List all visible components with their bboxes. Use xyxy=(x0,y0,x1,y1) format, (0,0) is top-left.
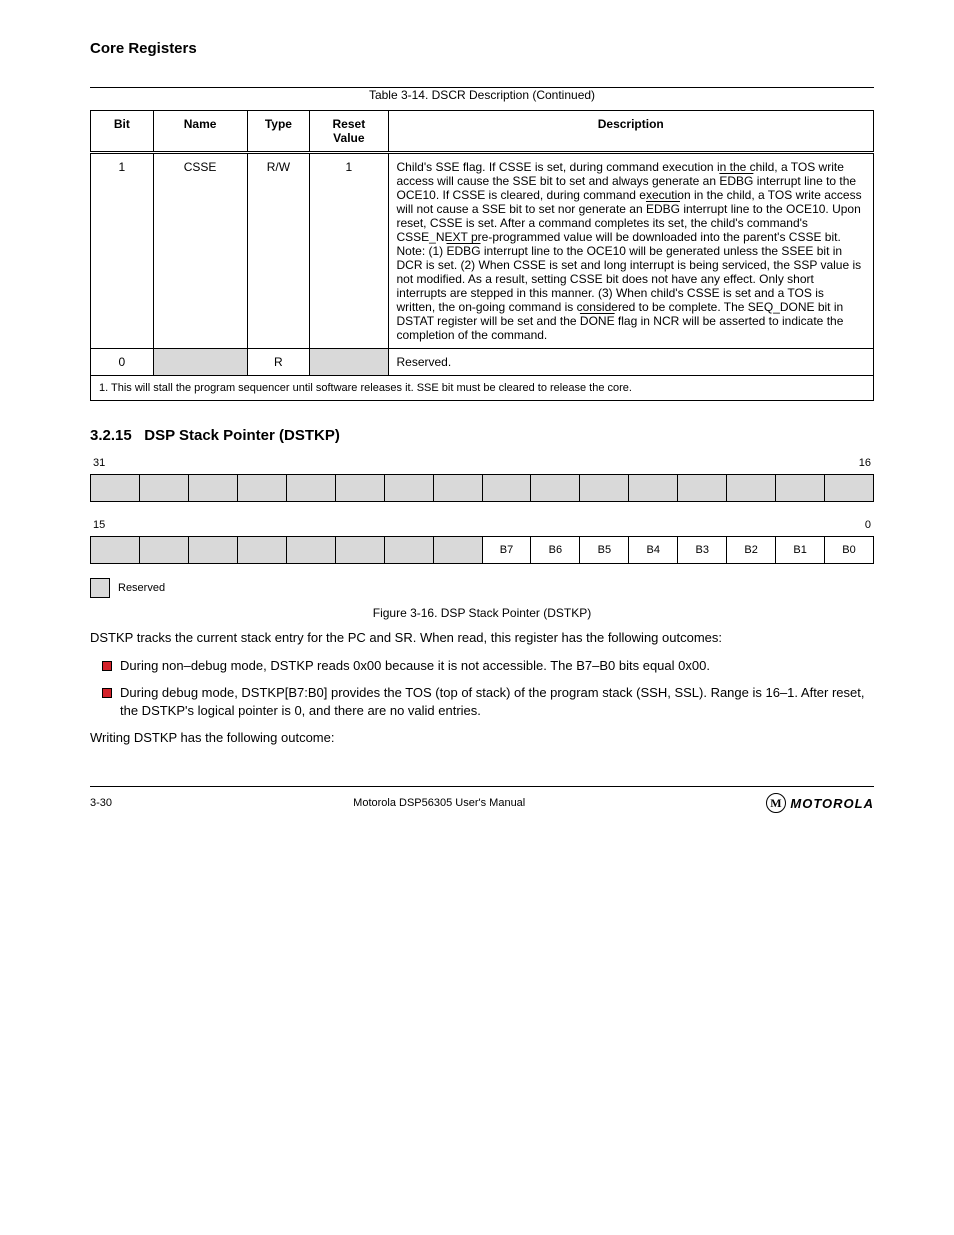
cell-desc: Child's SSE flag. If CSSE is set, during… xyxy=(388,153,874,349)
bit-b6: B6 xyxy=(531,537,580,564)
cell-reset-reserved xyxy=(310,349,388,376)
cell-name-reserved xyxy=(153,349,247,376)
figure-caption: Figure 3-16. DSP Stack Pointer (DSTKP) xyxy=(90,606,874,620)
legend-label: Reserved xyxy=(118,582,165,594)
col-bit: Bit xyxy=(91,111,154,153)
subsection-heading: 3.2.15 DSP Stack Pointer (DSTKP) xyxy=(90,427,874,444)
col-desc: Description xyxy=(388,111,874,153)
page-section-title: Core Registers xyxy=(90,40,874,57)
cell-bit: 1 xyxy=(91,153,154,349)
footer-doc-title: Motorola DSP56305 User's Manual xyxy=(353,797,525,809)
legend: Reserved xyxy=(90,578,874,598)
bit-b2: B2 xyxy=(727,537,776,564)
col-reset: Reset Value xyxy=(310,111,388,153)
bullet-list: During non–debug mode, DSTKP reads 0x00 … xyxy=(90,657,874,720)
cell-name: CSSE xyxy=(153,153,247,349)
motorola-logo-word: MOTOROLA xyxy=(790,796,874,811)
cell-desc: Reserved. xyxy=(388,349,874,376)
motorola-logo: M MOTOROLA xyxy=(766,793,874,813)
list-item: During non–debug mode, DSTKP reads 0x00 … xyxy=(102,657,874,675)
page-number: 3-30 xyxy=(90,797,112,809)
table-row: 0 R Reserved. xyxy=(91,349,874,376)
dscr-table: Bit Name Type Reset Value Description 1 … xyxy=(90,110,874,401)
table-caption: Table 3-14. DSCR Description (Continued) xyxy=(90,88,874,102)
bit-row-2-range: 15 0 xyxy=(90,516,874,534)
legend-swatch xyxy=(90,578,110,598)
cell-reset: 1 xyxy=(310,153,388,349)
bit-row-2: B7 B6 B5 B4 B3 B2 B1 B0 xyxy=(90,536,874,564)
col-name: Name xyxy=(153,111,247,153)
cell-type: R/W xyxy=(247,153,310,349)
footer: 3-30 Motorola DSP56305 User's Manual M M… xyxy=(90,786,874,813)
list-item: During debug mode, DSTKP[B7:B0] provides… xyxy=(102,684,874,719)
cell-type: R xyxy=(247,349,310,376)
subsection-number: 3.2.15 xyxy=(90,427,132,444)
paragraph-1: DSTKP tracks the current stack entry for… xyxy=(90,630,874,647)
bit-b7: B7 xyxy=(482,537,531,564)
bit-row-1-range: 31 16 xyxy=(90,454,874,472)
bit-b0: B0 xyxy=(825,537,874,564)
bit-b5: B5 xyxy=(580,537,629,564)
table-footnote: 1. This will stall the program sequencer… xyxy=(91,376,874,401)
bit-b1: B1 xyxy=(776,537,825,564)
table-footnote-row: 1. This will stall the program sequencer… xyxy=(91,376,874,401)
bit-b3: B3 xyxy=(678,537,727,564)
bit-row-1 xyxy=(90,474,874,502)
motorola-logo-icon: M xyxy=(766,793,786,813)
bit-b4: B4 xyxy=(629,537,678,564)
cell-bit: 0 xyxy=(91,349,154,376)
col-type: Type xyxy=(247,111,310,153)
table-header-row: Bit Name Type Reset Value Description xyxy=(91,111,874,153)
paragraph-2: Writing DSTKP has the following outcome: xyxy=(90,730,874,747)
subsection-title: DSP Stack Pointer (DSTKP) xyxy=(144,427,340,444)
table-row: 1 CSSE R/W 1 Child's SSE flag. If CSSE i… xyxy=(91,153,874,349)
